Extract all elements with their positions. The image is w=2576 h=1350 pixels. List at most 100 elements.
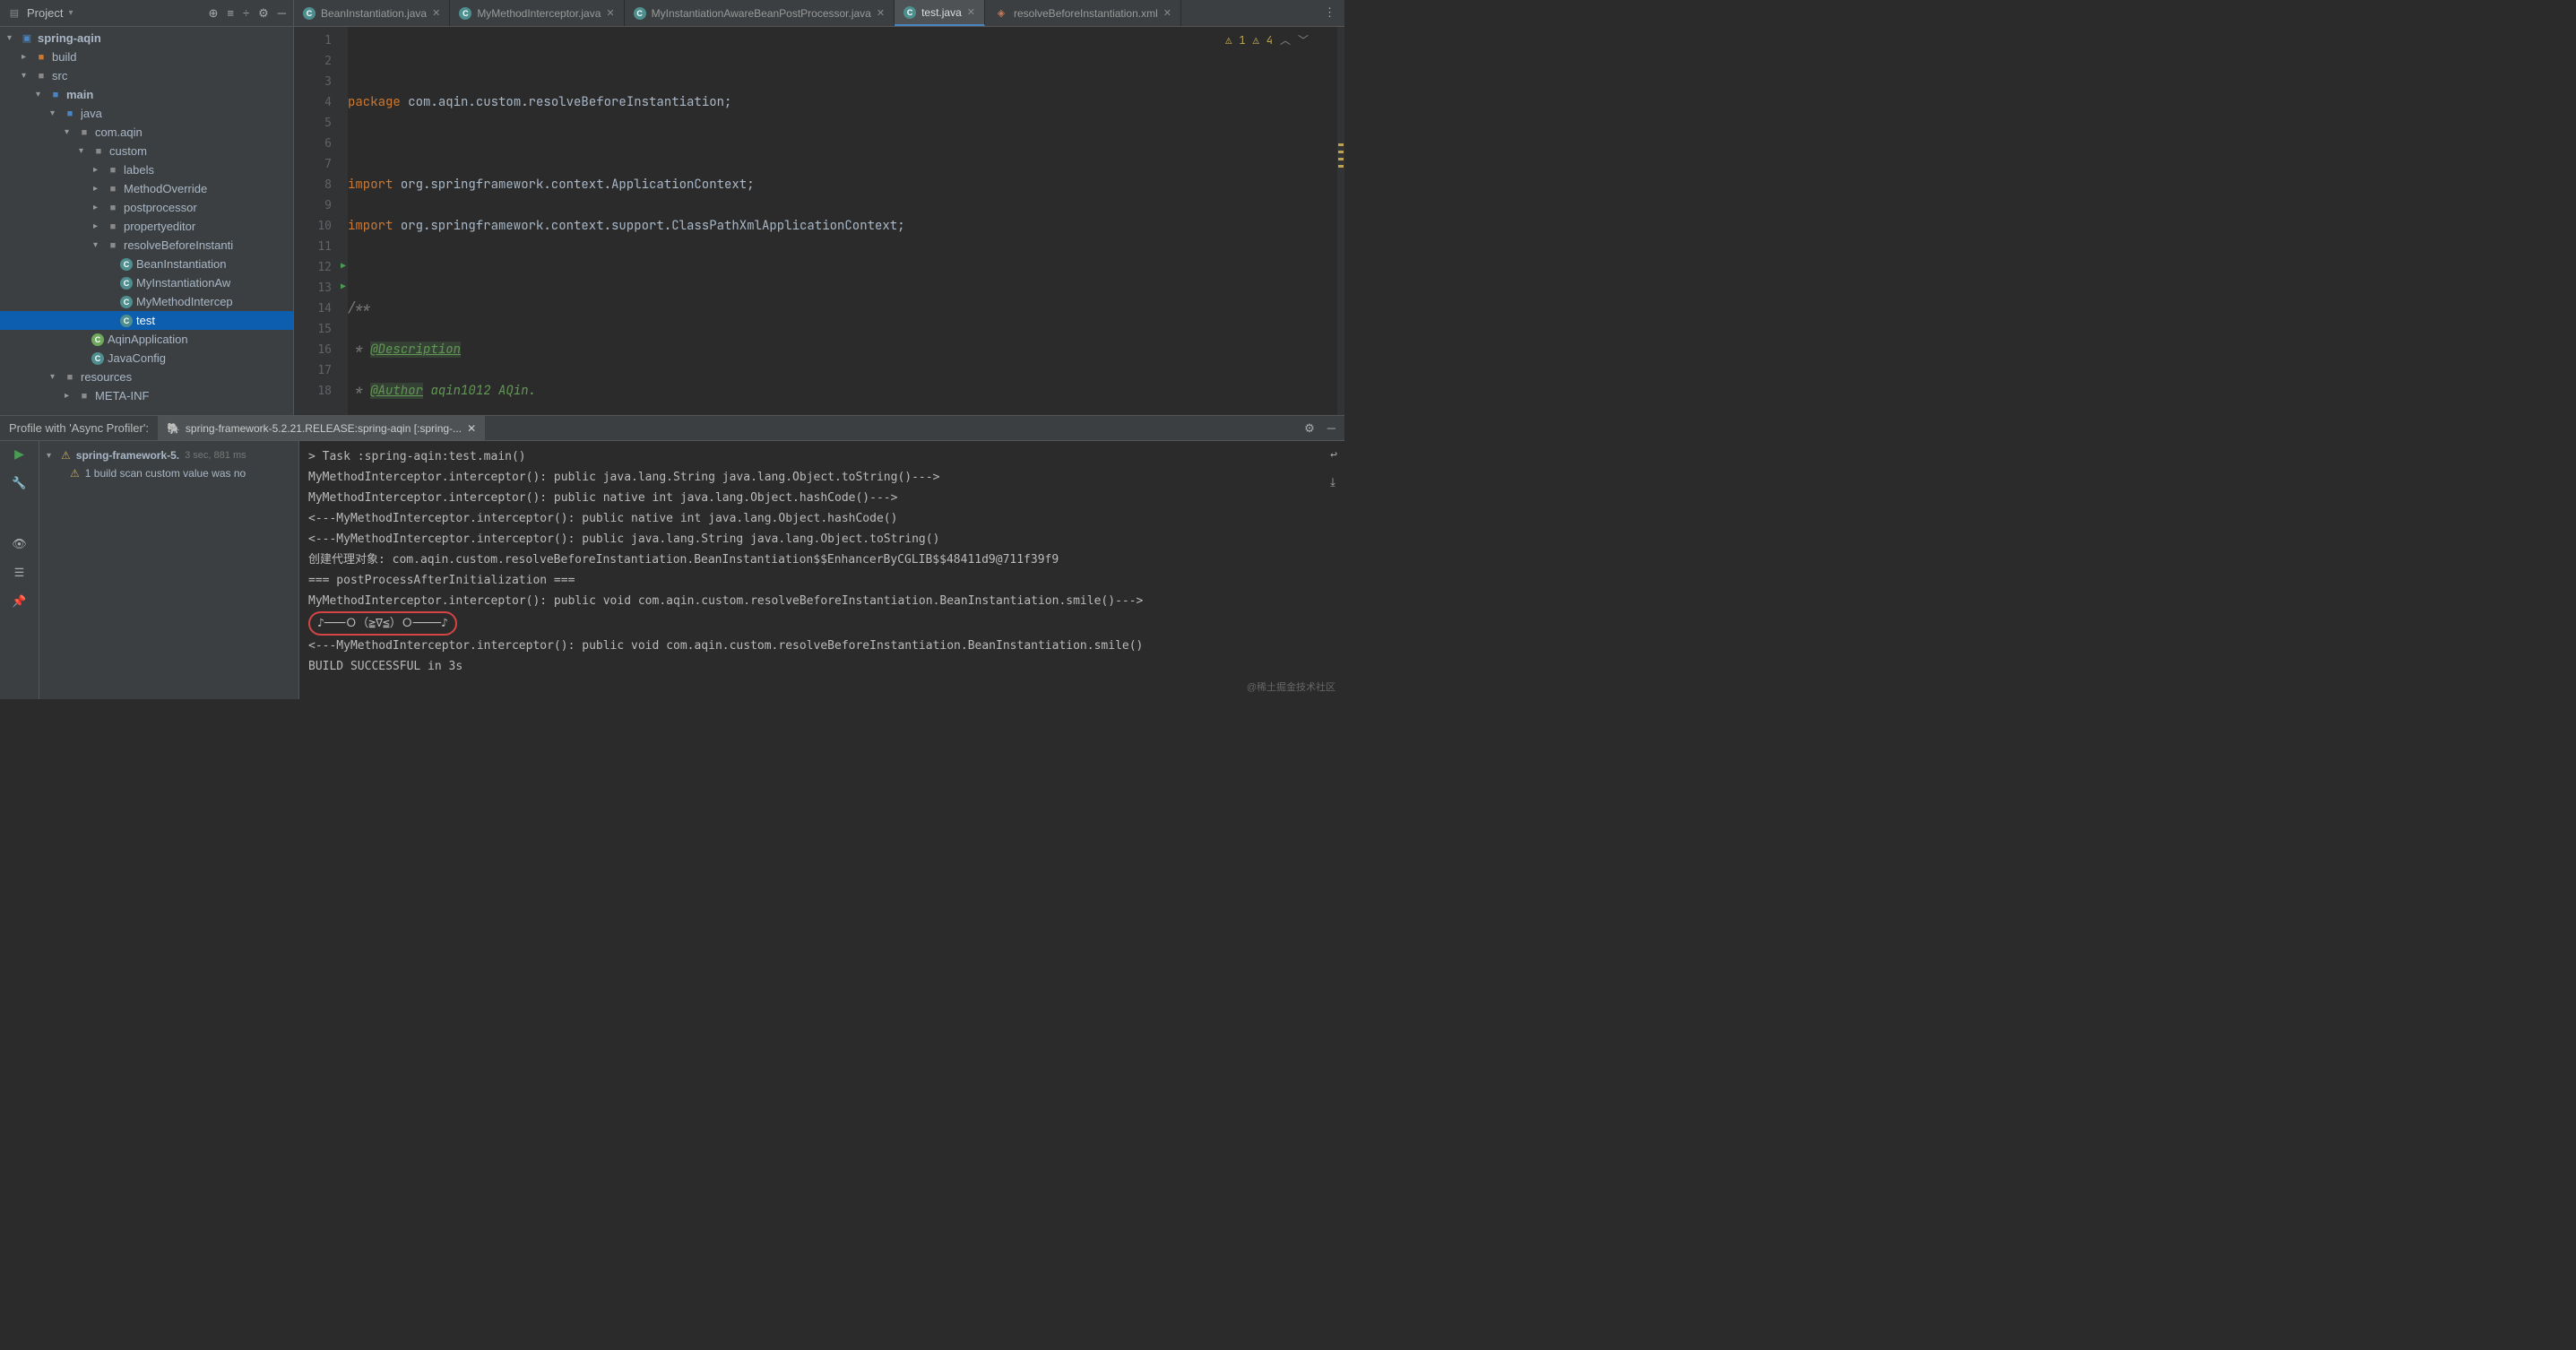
gear-icon[interactable]: ⚙ [258, 6, 269, 21]
editor-tab-test-java[interactable]: Ctest.java✕ [895, 0, 985, 26]
tree-label: labels [124, 163, 154, 177]
editor-tab-beaninstantiation-java[interactable]: CBeanInstantiation.java✕ [294, 0, 450, 26]
tree-arrow[interactable]: ▸ [93, 203, 102, 212]
tree-row-java[interactable]: ▾■java [0, 104, 293, 123]
line-number[interactable]: 6 [294, 134, 348, 154]
tree-row-beaninstantiation[interactable]: CBeanInstantiation [0, 255, 293, 273]
tree-row-myinstantiationaw[interactable]: CMyInstantiationAw [0, 273, 293, 292]
tree-row-com-aqin[interactable]: ▾■com.aqin [0, 123, 293, 142]
tree-row-propertyeditor[interactable]: ▸■propertyeditor [0, 217, 293, 236]
editor[interactable]: 1234567891011▶12▶131415161718 ⚠1 ⚠4 ︿ ﹀ … [294, 27, 1344, 415]
line-number[interactable]: 8 [294, 175, 348, 195]
chevron-up-icon[interactable]: ︿ [1280, 30, 1291, 51]
tree-row-spring-aqin[interactable]: ▾▣spring-aqin [0, 29, 293, 48]
run-gutter-icon[interactable]: ▶ [341, 261, 346, 271]
class-icon: C [91, 352, 104, 365]
tree-row-main[interactable]: ▾■main [0, 85, 293, 104]
tree-row-labels[interactable]: ▸■labels [0, 160, 293, 179]
target-icon[interactable]: ⊕ [208, 6, 218, 21]
line-number[interactable]: 11 [294, 237, 348, 257]
line-number[interactable]: 4 [294, 92, 348, 113]
project-tree[interactable]: ▾▣spring-aqin▸■build▾■src▾■main▾■java▾■c… [0, 27, 293, 415]
minimize-icon[interactable]: ─ [1327, 421, 1336, 436]
tree-row-custom[interactable]: ▾■custom [0, 142, 293, 160]
tab-label: resolveBeforeInstantiation.xml [1014, 7, 1158, 20]
tree-row-postprocessor[interactable]: ▸■postprocessor [0, 198, 293, 217]
error-stripe[interactable] [1337, 27, 1344, 415]
line-number[interactable]: 16 [294, 340, 348, 360]
tree-row-build[interactable]: ▸■build [0, 48, 293, 66]
filter-icon[interactable]: ☰ [14, 566, 25, 580]
project-title-group[interactable]: ▤ Project ▾ [7, 6, 204, 21]
tree-row-javaconfig[interactable]: CJavaConfig [0, 349, 293, 368]
collapse-icon[interactable]: ÷ [243, 6, 249, 21]
tree-arrow[interactable]: ▾ [36, 90, 45, 100]
tree-arrow[interactable]: ▾ [65, 127, 73, 137]
editor-tab-myinstantiationawarebeanpostprocessor-java[interactable]: CMyInstantiationAwareBeanPostProcessor.j… [625, 0, 895, 26]
tree-row-meta-inf[interactable]: ▸■META-INF [0, 386, 293, 405]
gear-icon[interactable]: ⚙ [1304, 421, 1315, 436]
problems-badge[interactable]: ⚠1 ⚠4 ︿ ﹀ [1225, 30, 1309, 51]
close-icon[interactable]: ✕ [967, 6, 975, 18]
close-icon[interactable]: ✕ [467, 422, 476, 435]
tree-arrow[interactable]: ▸ [93, 184, 102, 194]
run-tab[interactable]: 🐘 spring-framework-5.2.21.RELEASE:spring… [158, 416, 485, 440]
run-body: ▶ 🔧 👁 ☰ 📌 ▾ ⚠ spring-framework-5. 3 sec,… [0, 441, 1344, 699]
run-gutter-icon[interactable]: ▶ [341, 281, 346, 291]
console-line: MyMethodInterceptor.interceptor(): publi… [308, 591, 1336, 611]
tree-arrow[interactable]: ▸ [22, 52, 30, 62]
tree-arrow[interactable]: ▾ [7, 33, 16, 43]
run-tree-root[interactable]: ▾ ⚠ spring-framework-5. 3 sec, 881 ms [43, 446, 295, 464]
line-number[interactable]: 1 [294, 30, 348, 51]
tree-row-aqinapplication[interactable]: CAqinApplication [0, 330, 293, 349]
tabs-menu-icon[interactable]: ⋮ [1324, 5, 1336, 20]
expand-icon[interactable]: ≡ [227, 6, 234, 21]
line-number[interactable]: 17 [294, 360, 348, 381]
tree-arrow[interactable]: ▾ [50, 372, 59, 382]
close-icon[interactable]: ✕ [432, 7, 440, 19]
line-number[interactable]: 10 [294, 216, 348, 237]
chevron-down-icon[interactable]: ﹀ [1298, 30, 1309, 51]
soft-wrap-icon[interactable]: ↩ [1330, 445, 1337, 465]
close-icon[interactable]: ✕ [877, 7, 885, 19]
tree-row-mymethodintercep[interactable]: CMyMethodIntercep [0, 292, 293, 311]
tree-arrow[interactable]: ▸ [93, 221, 102, 231]
tree-arrow[interactable]: ▾ [79, 146, 88, 156]
tree-arrow[interactable]: ▸ [93, 165, 102, 175]
minimize-icon[interactable]: ─ [278, 6, 286, 21]
tree-row-resources[interactable]: ▾■resources [0, 368, 293, 386]
pin-icon[interactable]: 📌 [12, 594, 26, 609]
close-icon[interactable]: ✕ [606, 7, 614, 19]
class-icon: C [120, 296, 133, 308]
rerun-icon[interactable]: ▶ [14, 446, 24, 462]
run-tree[interactable]: ▾ ⚠ spring-framework-5. 3 sec, 881 ms ⚠ … [39, 441, 299, 699]
tree-row-methodoverride[interactable]: ▸■MethodOverride [0, 179, 293, 198]
chevron-down-icon[interactable]: ▾ [47, 451, 56, 461]
code-area[interactable]: ⚠1 ⚠4 ︿ ﹀ package com.aqin.custom.resolv… [348, 27, 1344, 415]
tree-arrow[interactable]: ▾ [50, 108, 59, 118]
tree-row-src[interactable]: ▾■src [0, 66, 293, 85]
tree-arrow[interactable]: ▸ [65, 391, 73, 401]
line-number[interactable]: 5 [294, 113, 348, 134]
wrench-icon[interactable]: 🔧 [12, 476, 26, 490]
close-icon[interactable]: ✕ [1163, 7, 1171, 19]
code-line-1: package com.aqin.custom.resolveBeforeIns… [348, 92, 1344, 113]
line-number[interactable]: 18 [294, 381, 348, 402]
tree-arrow[interactable]: ▾ [22, 71, 30, 81]
line-number[interactable]: 15 [294, 319, 348, 340]
console-output[interactable]: ↩ ⤓ > Task :spring-aqin:test.main()MyMet… [299, 441, 1344, 699]
scroll-end-icon[interactable]: ⤓ [1330, 472, 1337, 493]
line-number[interactable]: 14 [294, 299, 348, 319]
line-number[interactable]: 2 [294, 51, 348, 72]
editor-tab-resolvebeforeinstantiation-xml[interactable]: ◈resolveBeforeInstantiation.xml✕ [985, 0, 1181, 26]
run-tab-label: spring-framework-5.2.21.RELEASE:spring-a… [186, 422, 462, 435]
editor-tab-mymethodinterceptor-java[interactable]: CMyMethodInterceptor.java✕ [450, 0, 624, 26]
run-tree-child[interactable]: ⚠ 1 build scan custom value was no [43, 464, 295, 482]
line-number[interactable]: 9 [294, 195, 348, 216]
tree-arrow[interactable]: ▾ [93, 240, 102, 250]
line-number[interactable]: 7 [294, 154, 348, 175]
tree-row-resolvebeforeinstanti[interactable]: ▾■resolveBeforeInstanti [0, 236, 293, 255]
line-number[interactable]: 3 [294, 72, 348, 92]
eye-icon[interactable]: 👁 [12, 537, 27, 551]
tree-row-test[interactable]: Ctest [0, 311, 293, 330]
